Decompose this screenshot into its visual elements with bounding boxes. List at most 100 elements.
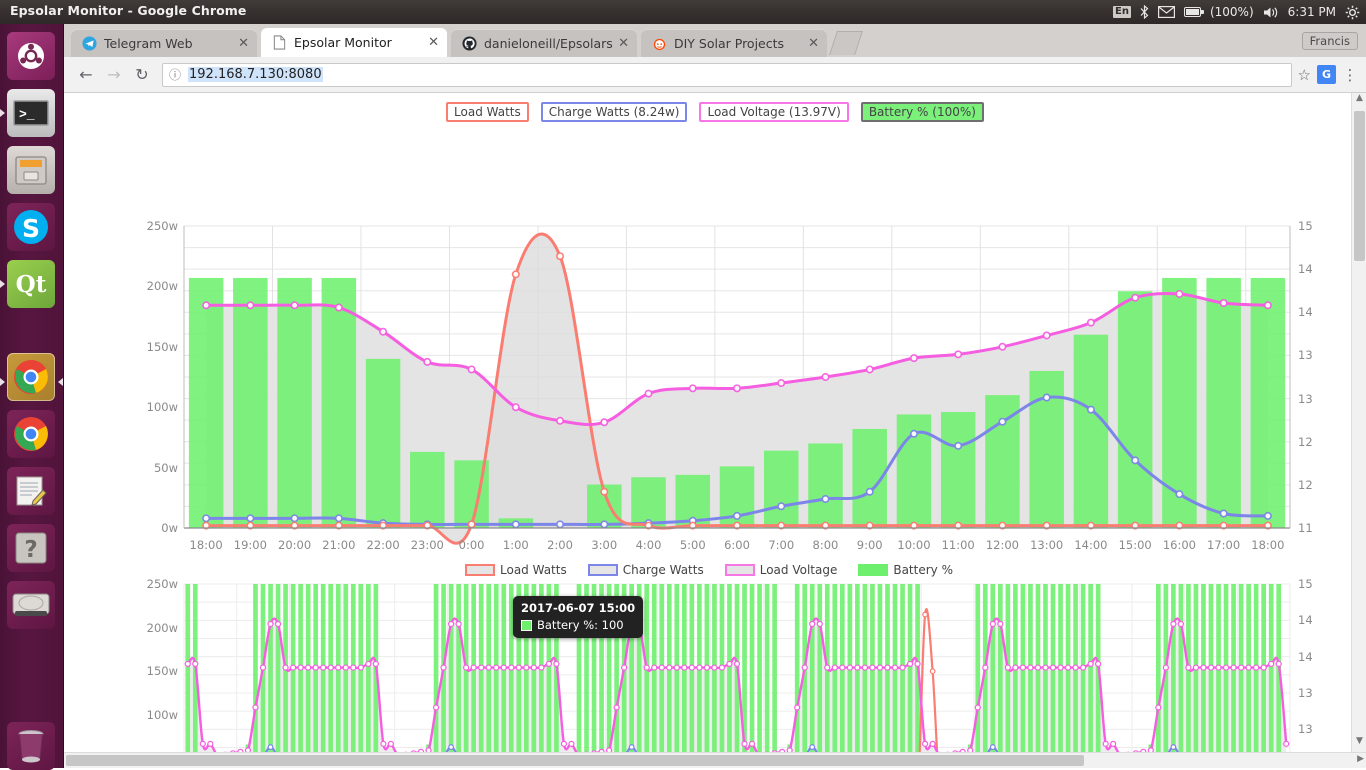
mail-icon[interactable] [1157,6,1175,18]
tooltip-series-label: Battery %: 100 [537,618,624,632]
overview-y-axis-tick: 200w [146,620,178,635]
y2-axis-tick: 14 [1298,305,1313,320]
address-bar[interactable]: ⓘ 192.168.7.130:8080 [162,62,1292,87]
tab-close-icon[interactable]: ✕ [808,37,819,50]
tooltip-row: Battery %: 100 [521,618,635,632]
tooltip-swatch [521,619,532,631]
legend-label: Load Watts [500,563,567,577]
launcher-pip-chrome-active [0,378,5,386]
svg-text:S: S [22,214,40,243]
new-tab-button[interactable] [829,31,863,55]
tab-title: DIY Solar Projects [674,35,785,51]
legend-swatch-load-watts [465,564,495,576]
y2-axis-tick: 13 [1298,348,1313,363]
bluetooth-icon[interactable] [1140,5,1149,19]
battery-icon[interactable] [1183,7,1204,17]
ubuntu-top-panel: Epsolar Monitor - Google Chrome En (100%… [0,0,1366,24]
y-axis-tick-100w: 100w [146,400,178,415]
tab-epsolar-monitor[interactable]: Epsolar Monitor ✕ [261,28,447,57]
legend-swatch-battery-percent [858,564,889,576]
info-icon[interactable]: ⓘ [169,66,181,83]
launcher-item-files[interactable] [7,146,55,194]
y2-axis-tick: 12 [1298,434,1313,449]
main-chart-legend-badges: Load Watts Charge Watts (8.24w) Load Vol… [64,93,1366,122]
tab-close-icon[interactable]: ✕ [238,37,249,50]
launcher-item-help[interactable]: ? [7,524,55,572]
forward-arrow-icon[interactable]: → [100,61,128,89]
legend-badge-load-voltage[interactable]: Load Voltage (13.97V) [699,102,849,122]
tab-danieloneill-epsolars[interactable]: danieloneill/Epsolars ✕ [451,29,637,57]
legend-item-charge-watts[interactable]: Charge Watts [587,563,704,577]
overview-y2-axis-tick: 15 [1298,577,1313,591]
y2-axis-tick: 11 [1298,521,1313,535]
launcher-item-chrome[interactable] [7,410,55,458]
legend-item-load-watts[interactable]: Load Watts [465,563,567,577]
launcher-item-text-editor[interactable] [7,467,55,515]
scroll-down-icon[interactable]: ▼ [1352,736,1366,752]
launcher-item-terminal[interactable]: >_ [7,89,55,137]
y-axis-tick-150w: 150w [146,339,178,354]
telegram-icon [81,35,97,51]
tab-telegram-web[interactable]: Telegram Web ✕ [71,29,257,57]
url-text: 192.168.7.130:8080 [188,67,323,82]
launcher-item-qt-creator[interactable]: Qt [7,260,55,308]
legend-item-battery-percent[interactable]: Battery % [858,563,953,577]
translate-icon[interactable]: G [1317,65,1336,84]
page-vertical-scrollbar[interactable]: ▲ ▼ [1351,93,1366,768]
legend-swatch-load-voltage [724,564,755,576]
reddit-icon [651,35,667,51]
chart-tooltip: 2017-06-07 15:00 Battery %: 100 [513,596,644,638]
legend-badge-load-watts[interactable]: Load Watts [446,102,529,122]
legend-swatch-charge-watts [587,564,618,576]
gear-icon[interactable] [1345,5,1360,20]
screen: Epsolar Monitor - Google Chrome En (100%… [0,0,1366,770]
tooltip-title: 2017-06-07 15:00 [521,601,636,615]
window-title: Epsolar Monitor - Google Chrome [10,3,247,18]
horizontal-scroll-thumb[interactable] [66,755,1084,766]
page-icon [271,35,287,51]
overview-y2-axis-tick: 14 [1298,613,1313,628]
tab-close-icon[interactable]: ✕ [618,37,629,50]
scroll-up-icon[interactable]: ▲ [1352,93,1366,109]
legend-label: Charge Watts [622,563,704,577]
legend-label: Load Voltage [759,563,838,577]
y-axis-tick-50w: 50w [153,460,178,475]
keyboard-layout-indicator[interactable]: En [1113,6,1131,18]
overview-y-axis-tick: 150w [146,664,178,679]
launcher-item-disk-utility[interactable] [7,581,55,629]
overview-y2-axis-tick: 13 [1298,722,1313,737]
reload-icon[interactable]: ↻ [128,61,156,89]
svg-text:>_: >_ [19,107,35,122]
github-icon [461,35,477,51]
clock[interactable]: 6:31 PM [1288,6,1336,18]
overview-y-axis-tick: 250w [146,577,178,591]
vertical-scroll-thumb[interactable] [1354,111,1365,261]
star-icon[interactable]: ☆ [1298,66,1311,84]
svg-text:?: ? [24,537,37,563]
page-content: Load Watts Charge Watts (8.24w) Load Vol… [64,93,1366,768]
main-chart[interactable] [64,218,1366,558]
page-horizontal-scrollbar[interactable]: ▶ [64,752,1366,768]
tab-strip: Telegram Web ✕ Epsolar Monitor ✕ danielo… [64,24,1366,57]
toolbar-right-actions: ☆ G ⋮ [1298,65,1358,84]
legend-badge-charge-watts[interactable]: Charge Watts (8.24w) [540,102,688,122]
overview-chart[interactable] [64,580,1366,768]
legend-badge-battery-percent[interactable]: Battery % (100%) [860,102,984,122]
launcher-item-skype[interactable]: S [7,203,55,251]
launcher-item-ubuntu-dash[interactable] [7,32,55,80]
tab-title: Epsolar Monitor [294,35,392,50]
scroll-right-icon[interactable]: ▶ [1357,754,1364,764]
volume-icon[interactable] [1263,6,1279,19]
launcher-item-chrome-active[interactable] [7,353,55,401]
launcher-item-trash[interactable] [7,722,55,770]
legend-item-load-voltage[interactable]: Load Voltage [724,563,838,577]
kebab-menu-icon[interactable]: ⋮ [1342,66,1358,84]
back-arrow-icon[interactable]: ← [72,61,100,89]
user-profile-chip[interactable]: Francis [1301,32,1358,50]
tab-title: Telegram Web [104,35,193,51]
y2-axis-tick: 15 [1298,219,1313,233]
tab-diy-solar-projects[interactable]: DIY Solar Projects ✕ [641,29,827,57]
tab-close-icon[interactable]: ✕ [428,36,439,49]
launcher-pip-qt [0,280,5,288]
overview-y-axis-tick: 100w [146,707,178,722]
